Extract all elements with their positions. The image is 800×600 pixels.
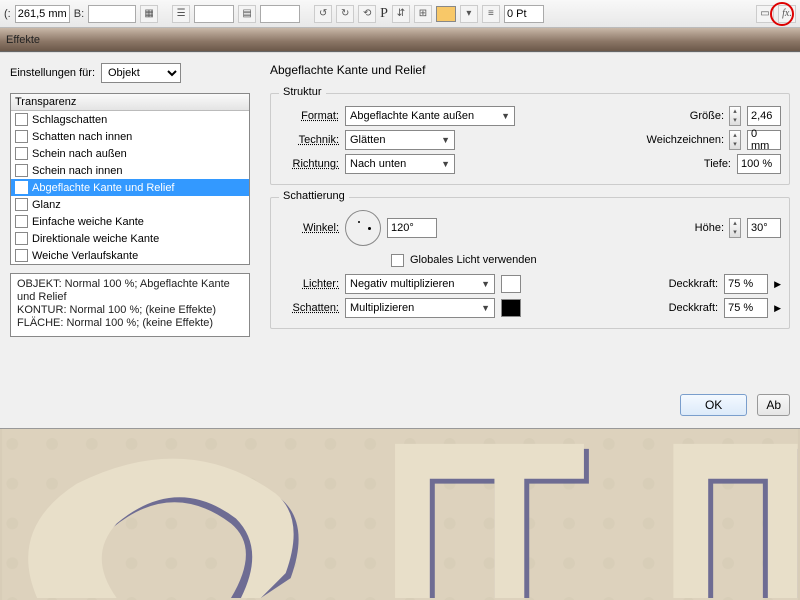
list-header[interactable]: Transparenz bbox=[11, 94, 249, 111]
opacity-input[interactable]: 75 % bbox=[724, 274, 768, 294]
effects-dialog: Einstellungen für: Objekt Abgeflachte Ka… bbox=[0, 52, 800, 428]
toolbar-input[interactable] bbox=[260, 5, 300, 23]
p-label: P bbox=[380, 6, 388, 22]
checkbox-icon[interactable] bbox=[15, 232, 28, 245]
x-label: (: bbox=[4, 8, 11, 20]
cancel-button[interactable]: Ab bbox=[757, 394, 790, 416]
checkbox-icon[interactable] bbox=[15, 113, 28, 126]
spinner[interactable]: ▴▾ bbox=[729, 218, 741, 238]
angle-input[interactable]: 120° bbox=[387, 218, 437, 238]
checkbox-icon[interactable] bbox=[15, 249, 28, 262]
list-item[interactable]: Einfache weiche Kante bbox=[11, 213, 249, 230]
checkbox-icon[interactable] bbox=[15, 215, 28, 228]
list-item[interactable]: Direktionale weiche Kante bbox=[11, 230, 249, 247]
effects-list: Transparenz Schlagschatten Schatten nach… bbox=[10, 93, 250, 265]
top-toolbar: (: B: ▦ ☰ ▤ ↺ ↻ ⟲ P ⇵ ⊞ ▾ ≡ ▭ fx. bbox=[0, 0, 800, 28]
pt-input[interactable] bbox=[504, 5, 544, 23]
list-item[interactable]: Weiche Verlaufskante bbox=[11, 247, 249, 264]
ok-button[interactable]: OK bbox=[680, 394, 747, 416]
checkbox-icon[interactable] bbox=[391, 254, 404, 267]
b-input[interactable] bbox=[88, 5, 136, 23]
stroke-icon[interactable]: ≡ bbox=[482, 5, 500, 23]
checkbox-icon[interactable] bbox=[15, 147, 28, 160]
angle-dial[interactable] bbox=[345, 210, 381, 246]
chevron-down-icon: ▼ bbox=[441, 135, 450, 145]
soften-input[interactable]: 0 mm bbox=[747, 130, 781, 150]
rotate-ccw-icon[interactable]: ↺ bbox=[314, 5, 332, 23]
document-preview bbox=[0, 428, 800, 600]
list-item[interactable]: Schein nach innen bbox=[11, 162, 249, 179]
schattierung-group: Schattierung Winkel: 120° Höhe: ▴▾ 30° G… bbox=[270, 197, 790, 329]
technik-select[interactable]: Glätten▼ bbox=[345, 130, 455, 150]
spinner[interactable]: ▴▾ bbox=[729, 106, 741, 126]
panel-title-bar: Effekte bbox=[0, 28, 800, 52]
list-item[interactable]: Glanz bbox=[11, 196, 249, 213]
highlight-mode-select[interactable]: Negativ multiplizieren▼ bbox=[345, 274, 495, 294]
checkbox-icon[interactable] bbox=[15, 198, 28, 211]
checkbox-icon[interactable]: ✓ bbox=[15, 181, 28, 194]
shadow-mode-select[interactable]: Multiplizieren▼ bbox=[345, 298, 495, 318]
toolbar-icon[interactable]: ▤ bbox=[238, 5, 256, 23]
settings-label: Einstellungen für: bbox=[10, 67, 95, 79]
toolbar-input[interactable] bbox=[194, 5, 234, 23]
spinner[interactable]: ▴▾ bbox=[729, 130, 741, 150]
struktur-group: Struktur Format: Abgeflachte Kante außen… bbox=[270, 93, 790, 185]
checkbox-icon[interactable] bbox=[15, 164, 28, 177]
fx-button[interactable]: fx. bbox=[778, 5, 796, 23]
settings-select[interactable]: Objekt bbox=[101, 63, 181, 83]
x-input[interactable] bbox=[15, 5, 70, 23]
highlight-color[interactable] bbox=[501, 275, 521, 293]
richtung-select[interactable]: Nach unten▼ bbox=[345, 154, 455, 174]
toolbar-icon[interactable]: ☰ bbox=[172, 5, 190, 23]
b-label: B: bbox=[74, 8, 84, 20]
preview-icon[interactable]: ▭ bbox=[756, 5, 774, 23]
list-item[interactable]: Schein nach außen bbox=[11, 145, 249, 162]
rotate-icon[interactable]: ⟲ bbox=[358, 5, 376, 23]
list-item[interactable]: Schlagschatten bbox=[11, 111, 249, 128]
panel-title: Effekte bbox=[6, 34, 40, 46]
summary-box: OBJEKT: Normal 100 %; Abgeflachte Kante … bbox=[10, 273, 250, 337]
height-input[interactable]: 30° bbox=[747, 218, 781, 238]
rotate-cw-icon[interactable]: ↻ bbox=[336, 5, 354, 23]
group-title: Struktur bbox=[279, 86, 326, 98]
group-title: Schattierung bbox=[279, 190, 349, 202]
list-item-selected[interactable]: ✓Abgeflachte Kante und Relief bbox=[11, 179, 249, 196]
chevron-down-icon: ▼ bbox=[501, 111, 510, 121]
flip-icon[interactable]: ⇵ bbox=[392, 5, 410, 23]
chevron-down-icon: ▼ bbox=[481, 303, 490, 313]
shadow-color[interactable] bbox=[501, 299, 521, 317]
depth-input[interactable]: 100 % bbox=[737, 154, 781, 174]
toolbar-icon[interactable]: ▦ bbox=[140, 5, 158, 23]
chevron-down-icon: ▼ bbox=[481, 279, 490, 289]
section-title: Abgeflachte Kante und Relief bbox=[270, 63, 425, 77]
dropdown-icon[interactable]: ▾ bbox=[460, 5, 478, 23]
chevron-right-icon[interactable]: ▶ bbox=[774, 303, 781, 314]
size-input[interactable]: 2,46 bbox=[747, 106, 781, 126]
color-swatch[interactable] bbox=[436, 6, 456, 22]
checkbox-icon[interactable] bbox=[15, 130, 28, 143]
format-select[interactable]: Abgeflachte Kante außen▼ bbox=[345, 106, 515, 126]
global-light-label: Globales Licht verwenden bbox=[410, 254, 537, 266]
chevron-down-icon: ▼ bbox=[441, 159, 450, 169]
chevron-right-icon[interactable]: ▶ bbox=[774, 279, 781, 290]
list-item[interactable]: Schatten nach innen bbox=[11, 128, 249, 145]
distribute-icon[interactable]: ⊞ bbox=[414, 5, 432, 23]
opacity-input[interactable]: 75 % bbox=[724, 298, 768, 318]
